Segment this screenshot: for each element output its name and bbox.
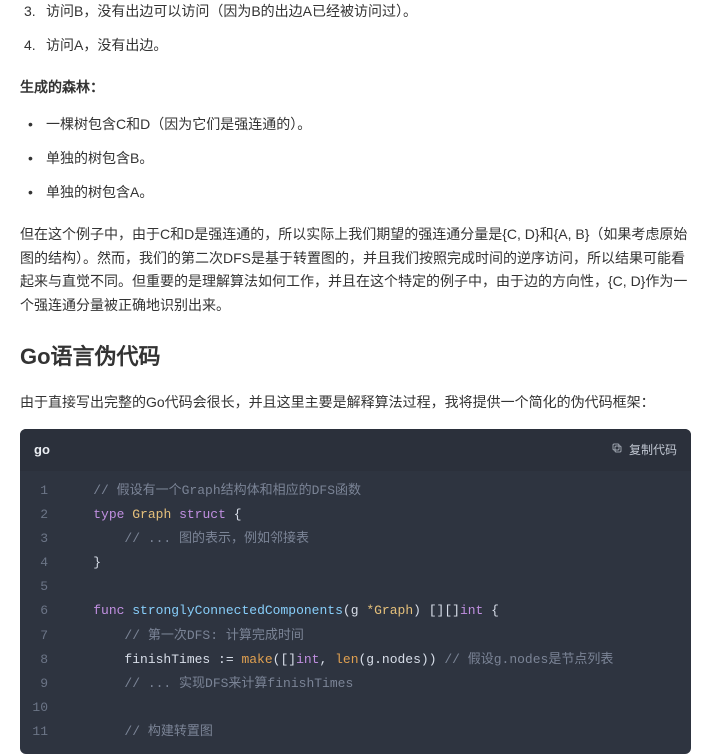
code-line: func stronglyConnectedComponents(g *Grap… xyxy=(62,599,677,623)
code-line: // 第一次DFS: 计算完成时间 xyxy=(62,624,677,648)
line-number: 2 xyxy=(32,503,48,527)
section-heading: Go语言伪代码 xyxy=(20,338,691,375)
step-list: 3.访问B，没有出边可以访问（因为B的出边A已经被访问过）。4.访问A，没有出边… xyxy=(20,0,691,58)
copy-code-button[interactable]: 复制代码 xyxy=(611,440,677,460)
forest-heading: 生成的森林： xyxy=(20,76,691,100)
code-header: go 复制代码 xyxy=(20,429,691,471)
list-number: 3. xyxy=(24,0,36,24)
list-item: 3.访问B，没有出边可以访问（因为B的出边A已经被访问过）。 xyxy=(46,0,691,24)
code-line xyxy=(62,696,677,720)
code-line xyxy=(62,575,677,599)
line-number: 6 xyxy=(32,599,48,623)
line-number: 1 xyxy=(32,479,48,503)
forest-list: 一棵树包含C和D（因为它们是强连通的）。单独的树包含B。单独的树包含A。 xyxy=(20,113,691,204)
line-number: 3 xyxy=(32,527,48,551)
list-number: 4. xyxy=(24,34,36,58)
line-number: 11 xyxy=(32,720,48,744)
code-body: 1234567891011 // 假设有一个Graph结构体和相应的DFS函数 … xyxy=(20,471,691,754)
code-language-label: go xyxy=(34,439,50,461)
line-number: 4 xyxy=(32,551,48,575)
code-line: } xyxy=(62,551,677,575)
code-line: finishTimes := make([]int, len(g.nodes))… xyxy=(62,648,677,672)
code-line: // ... 实现DFS来计算finishTimes xyxy=(62,672,677,696)
code-block: go 复制代码 1234567891011 // 假设有一个Graph结构体和相… xyxy=(20,429,691,754)
code-line: // 构建转置图 xyxy=(62,720,677,744)
list-text: 访问A，没有出边。 xyxy=(46,37,167,53)
clipboard-icon xyxy=(611,440,623,460)
code-line: type Graph struct { xyxy=(62,503,677,527)
code-line: // 假设有一个Graph结构体和相应的DFS函数 xyxy=(62,479,677,503)
list-item: 单独的树包含B。 xyxy=(46,147,691,171)
line-number: 10 xyxy=(32,696,48,720)
line-number: 9 xyxy=(32,672,48,696)
code-line: // ... 图的表示，例如邻接表 xyxy=(62,527,677,551)
section-intro: 由于直接写出完整的Go代码会很长，并且这里主要是解释算法过程，我将提供一个简化的… xyxy=(20,391,691,415)
list-item: 4.访问A，没有出边。 xyxy=(46,34,691,58)
list-item: 单独的树包含A。 xyxy=(46,181,691,205)
code-gutter: 1234567891011 xyxy=(20,479,62,744)
list-item: 一棵树包含C和D（因为它们是强连通的）。 xyxy=(46,113,691,137)
copy-code-label: 复制代码 xyxy=(629,440,677,460)
list-text: 访问B，没有出边可以访问（因为B的出边A已经被访问过）。 xyxy=(46,3,417,19)
line-number: 8 xyxy=(32,648,48,672)
line-number: 7 xyxy=(32,624,48,648)
code-lines: // 假设有一个Graph结构体和相应的DFS函数 type Graph str… xyxy=(62,479,691,744)
explanation-paragraph: 但在这个例子中，由于C和D是强连通的，所以实际上我们期望的强连通分量是{C, D… xyxy=(20,223,691,318)
line-number: 5 xyxy=(32,575,48,599)
